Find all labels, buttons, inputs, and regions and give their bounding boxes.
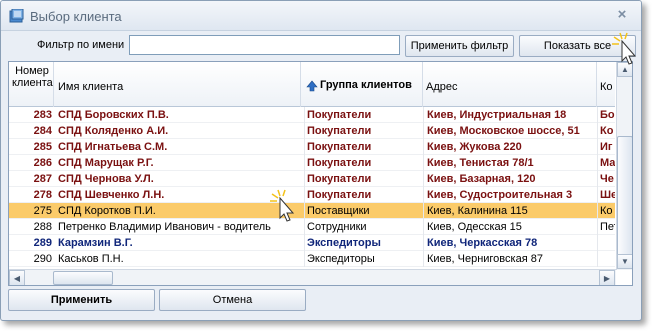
row-name: СПД Марущак Р.Г. <box>58 157 154 169</box>
chevron-left-icon: ◀ <box>13 273 21 283</box>
row-number: 278 <box>33 189 52 201</box>
row-number: 287 <box>33 173 52 185</box>
clients-grid: Номер клиента Имя клиента Группа клиенто… <box>8 61 633 286</box>
row-name: СПД Коротков П.И. <box>58 205 156 217</box>
table-row[interactable]: 287 СПД Чернова У.Л. Покупатели Киев, Ба… <box>9 171 615 187</box>
chevron-down-icon: ▼ <box>621 257 629 266</box>
table-row-selected[interactable]: 275 СПД Коротков П.И. Поставщики Киев, К… <box>9 203 615 219</box>
column-header-name[interactable]: Имя клиента <box>54 62 301 107</box>
row-group: Экспедиторы <box>304 235 420 251</box>
row-number: 289 <box>33 237 52 249</box>
row-group: Покупатели <box>304 107 420 123</box>
row-name: СПД Боровских П.В. <box>58 109 169 121</box>
close-icon[interactable]: × <box>613 6 631 24</box>
table-row[interactable]: 288 Петренко Владимир Иванович - водител… <box>9 219 615 235</box>
row-name: Петренко Владимир Иванович - водитель <box>58 221 271 233</box>
table-row[interactable]: 278 СПД Шевченко Л.Н. Покупатели Киев, С… <box>9 187 615 203</box>
row-number: 283 <box>33 109 52 121</box>
apply-button[interactable]: Применить <box>8 289 155 311</box>
row-number: 286 <box>33 157 52 169</box>
filter-label: Фильтр по имени <box>37 39 125 51</box>
grid-rows: 283 СПД Боровских П.В. Покупатели Киев, … <box>9 107 615 267</box>
vertical-scrollbar[interactable]: ▲ ▼ <box>616 62 632 270</box>
row-group: Покупатели <box>304 187 420 203</box>
apply-filter-button[interactable]: Применить фильтр <box>405 35 514 57</box>
sort-up-icon <box>306 80 318 92</box>
horizontal-scroll-thumb[interactable] <box>53 271 113 285</box>
row-number: 290 <box>33 253 52 265</box>
vertical-scroll-thumb[interactable] <box>617 136 632 256</box>
row-address: Киев, Индустриальная 18 <box>423 107 595 123</box>
row-address: Киев, Черниговская 87 <box>423 251 595 267</box>
row-group: Поставщики <box>304 203 420 219</box>
table-row[interactable]: 284 СПД Коляденко А.И. Покупатели Киев, … <box>9 123 615 139</box>
row-group: Покупатели <box>304 123 420 139</box>
row-number: 284 <box>33 125 52 137</box>
row-address: Киев, Черкасская 78 <box>423 235 595 251</box>
row-name: Каськов П.Н. <box>58 253 124 265</box>
filter-name-input[interactable] <box>129 35 400 55</box>
scroll-left-button[interactable]: ◀ <box>9 270 25 285</box>
cancel-button[interactable]: Отмена <box>159 289 306 311</box>
row-number: 285 <box>33 141 52 153</box>
row-more: Ше <box>597 187 615 203</box>
row-address: Киев, Жукова 220 <box>423 139 595 155</box>
grid-header: Номер клиента Имя клиента Группа клиенто… <box>9 62 615 107</box>
row-more: Че <box>597 171 615 187</box>
row-more: Ко <box>597 203 615 219</box>
row-address: Киев, Базарная, 120 <box>423 171 595 187</box>
row-group: Сотрудники <box>304 219 420 235</box>
row-more <box>597 235 615 251</box>
row-group: Покупатели <box>304 155 420 171</box>
column-header-number[interactable]: Номер клиента <box>9 62 54 107</box>
row-name: Карамзин В.Г. <box>58 237 133 249</box>
scroll-down-button[interactable]: ▼ <box>617 254 632 269</box>
row-more: Ко <box>597 123 615 139</box>
window-title: Выбор клиента <box>30 9 122 24</box>
mouse-cursor-icon <box>612 32 637 65</box>
row-name: СПД Шевченко Л.Н. <box>58 189 165 201</box>
row-name: СПД Чернова У.Л. <box>58 173 154 185</box>
title-bar: Выбор клиента × <box>1 1 641 31</box>
column-header-group[interactable]: Группа клиентов <box>301 62 423 107</box>
row-more: Бо <box>597 107 615 123</box>
row-address: Киев, Тенистая 78/1 <box>423 155 595 171</box>
table-row[interactable]: 283 СПД Боровских П.В. Покупатели Киев, … <box>9 107 615 123</box>
row-group: Экспедиторы <box>304 251 420 267</box>
row-name: СПД Игнатьева С.М. <box>58 141 168 153</box>
scroll-right-button[interactable]: ▶ <box>599 270 615 285</box>
table-row[interactable]: 289 Карамзин В.Г. Экспедиторы Киев, Черк… <box>9 235 615 251</box>
table-row[interactable]: 290 Каськов П.Н. Экспедиторы Киев, Черни… <box>9 251 615 267</box>
horizontal-scrollbar[interactable]: ◀ ▶ <box>9 269 616 285</box>
row-number: 288 <box>33 221 52 233</box>
table-row[interactable]: 286 СПД Марущак Р.Г. Покупатели Киев, Те… <box>9 155 615 171</box>
window-app-icon <box>9 9 24 23</box>
row-more: Иг <box>597 139 615 155</box>
column-header-address[interactable]: Адрес <box>423 62 597 107</box>
row-number: 275 <box>33 205 52 217</box>
row-name: СПД Коляденко А.И. <box>58 125 169 137</box>
row-address: Киев, Калинина 115 <box>423 203 595 219</box>
row-address: Киев, Судостроительная 3 <box>423 187 595 203</box>
row-more: Ма <box>597 155 615 171</box>
chevron-right-icon: ▶ <box>603 273 611 283</box>
mouse-cursor-icon <box>270 189 295 222</box>
row-address: Киев, Одесская 15 <box>423 219 595 235</box>
table-row[interactable]: 285 СПД Игнатьева С.М. Покупатели Киев, … <box>9 139 615 155</box>
row-group: Покупатели <box>304 171 420 187</box>
row-group: Покупатели <box>304 139 420 155</box>
client-select-dialog: Выбор клиента × Фильтр по имени Применит… <box>0 0 642 321</box>
row-address: Киев, Московское шоссе, 51 <box>423 123 595 139</box>
row-more: Пет <box>597 219 615 235</box>
row-more <box>597 251 615 267</box>
